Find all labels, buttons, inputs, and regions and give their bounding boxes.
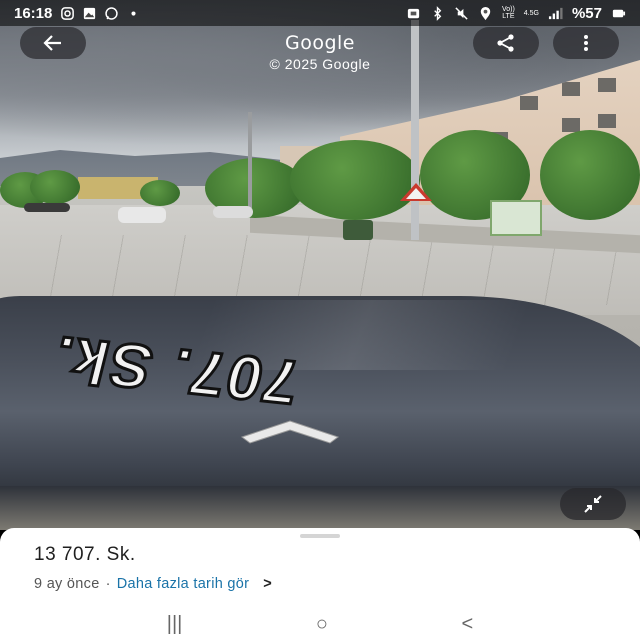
tree	[140, 180, 180, 206]
tree	[30, 170, 80, 204]
parked-car	[118, 207, 166, 223]
collapse-arrows-icon	[584, 495, 602, 513]
gallery-icon	[84, 7, 96, 19]
chevron-right-icon[interactable]: >	[263, 576, 272, 592]
place-info-sheet[interactable]: 13 707. Sk. 9 ay önce · Daha fazla tarih…	[0, 528, 640, 640]
recycling-kiosk	[490, 200, 542, 236]
back-nav-button[interactable]: <	[462, 613, 474, 636]
see-more-dates-link[interactable]: Daha fazla tarih gör	[117, 576, 250, 592]
screenshot-icon	[407, 8, 420, 18]
parked-car	[24, 203, 70, 212]
arrow-left-icon	[43, 35, 61, 51]
volte-indicator: Vo)) LTE	[501, 6, 515, 20]
recents-button[interactable]: |||	[167, 613, 183, 636]
place-name: 13 707. Sk.	[34, 544, 136, 565]
more-options-button[interactable]	[553, 27, 619, 59]
clock: 16:18	[14, 4, 53, 22]
garbage-bin	[343, 220, 373, 240]
battery-percentage: %57	[571, 4, 602, 22]
imagery-date: 9 ay önce	[34, 576, 100, 592]
parked-car	[213, 206, 253, 218]
separator-dot: ·	[105, 576, 111, 592]
network-type: 4.5G	[523, 9, 539, 17]
mute-icon	[455, 6, 468, 20]
share-icon	[497, 34, 514, 52]
imagery-date-row: 9 ay önce · Daha fazla tarih gör >	[34, 576, 272, 592]
warning-sign	[400, 183, 432, 201]
location-icon	[480, 6, 491, 20]
tree	[540, 130, 640, 220]
instagram-icon	[61, 6, 75, 20]
back-button[interactable]	[20, 27, 86, 59]
collapse-view-button[interactable]	[560, 488, 626, 520]
tree	[290, 140, 420, 220]
status-bar: 16:18 Vo)) LTE 4.5G %57	[0, 0, 640, 26]
street-lamp	[248, 112, 252, 208]
street-view-panorama[interactable]: 707. Sk.	[0, 0, 640, 530]
home-button[interactable]: ○	[316, 613, 328, 636]
move-forward-arrow-icon[interactable]	[238, 415, 342, 445]
whatsapp-icon	[105, 6, 119, 20]
bluetooth-icon	[434, 5, 442, 21]
sheet-drag-handle[interactable]	[300, 534, 340, 538]
copyright-text: © 2025 Google	[269, 56, 371, 72]
more-vertical-icon	[584, 35, 588, 51]
signal-strength-icon	[548, 7, 563, 19]
header-title-block: Google © 2025 Google	[220, 32, 420, 72]
page-title: Google	[284, 32, 355, 54]
system-navigation-bar: ||| ○ <	[0, 608, 640, 640]
share-button[interactable]	[473, 27, 539, 59]
notification-dot-icon	[131, 10, 136, 16]
battery-icon	[612, 9, 626, 17]
hood-edge	[0, 486, 640, 530]
